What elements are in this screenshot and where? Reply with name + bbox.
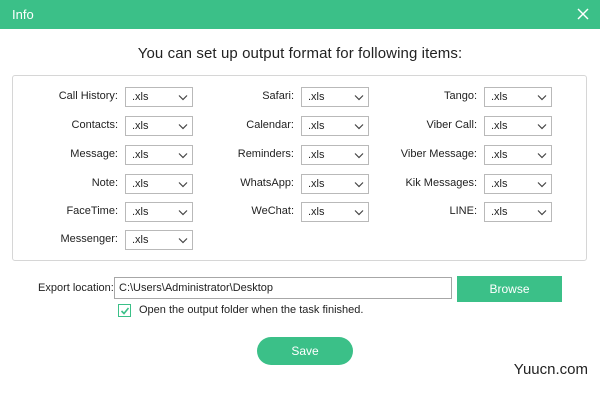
format-item-label: Calendar: (246, 119, 294, 131)
chevron-down-icon (354, 210, 364, 216)
format-select-value: .xls (132, 120, 149, 132)
format-select[interactable]: .xls (125, 145, 193, 165)
open-folder-label: Open the output folder when the task fin… (139, 304, 364, 316)
format-select[interactable]: .xls (125, 87, 193, 107)
checkmark-icon (120, 307, 130, 315)
format-select[interactable]: .xls (301, 202, 369, 222)
format-select-value: .xls (132, 149, 149, 161)
format-select-value: .xls (308, 206, 325, 218)
save-button[interactable]: Save (257, 337, 353, 365)
chevron-down-icon (178, 124, 188, 130)
chevron-down-icon (354, 95, 364, 101)
dialog-heading: You can set up output format for followi… (137, 45, 463, 62)
close-button[interactable] (574, 5, 592, 23)
export-path-input[interactable] (114, 277, 452, 299)
format-item-label: Messenger: (60, 233, 118, 245)
format-select[interactable]: .xls (484, 116, 552, 136)
format-select-value: .xls (308, 149, 325, 161)
format-select[interactable]: .xls (125, 116, 193, 136)
format-select-value: .xls (491, 149, 508, 161)
chevron-down-icon (537, 210, 547, 216)
format-item-label: Message: (70, 148, 118, 160)
format-select[interactable]: .xls (484, 87, 552, 107)
chevron-down-icon (537, 153, 547, 159)
chevron-down-icon (178, 238, 188, 244)
format-item-label: Safari: (262, 90, 294, 102)
format-select[interactable]: .xls (484, 145, 552, 165)
format-item-label: FaceTime: (66, 205, 118, 217)
format-select[interactable]: .xls (484, 174, 552, 194)
format-select[interactable]: .xls (301, 87, 369, 107)
format-select-value: .xls (491, 120, 508, 132)
format-select-value: .xls (308, 178, 325, 190)
format-item-label: Tango: (443, 90, 477, 102)
chevron-down-icon (537, 124, 547, 130)
format-select-value: .xls (132, 206, 149, 218)
chevron-down-icon (354, 124, 364, 130)
chevron-down-icon (178, 153, 188, 159)
format-item-label: Viber Call: (426, 119, 477, 131)
format-select-value: .xls (491, 178, 508, 190)
chevron-down-icon (537, 182, 547, 188)
format-select-value: .xls (132, 234, 149, 246)
format-item-label: Contacts: (71, 119, 118, 131)
format-item-label: Reminders: (237, 148, 294, 160)
format-select[interactable]: .xls (301, 116, 369, 136)
format-select[interactable]: .xls (301, 145, 369, 165)
chevron-down-icon (178, 95, 188, 101)
open-folder-checkbox[interactable] (118, 304, 131, 317)
format-select[interactable]: .xls (125, 202, 193, 222)
chevron-down-icon (178, 182, 188, 188)
format-select[interactable]: .xls (125, 230, 193, 250)
chevron-down-icon (537, 95, 547, 101)
watermark: Yuucn.com (513, 361, 588, 378)
close-icon (577, 8, 589, 20)
export-location-label: Export location: (38, 282, 114, 294)
format-panel: Call History: .xls Contacts: .xls Message: .x… (12, 75, 587, 261)
format-select-value: .xls (491, 206, 508, 218)
format-select-value: .xls (132, 91, 149, 103)
format-select-value: .xls (308, 120, 325, 132)
chevron-down-icon (178, 210, 188, 216)
format-select[interactable]: .xls (484, 202, 552, 222)
format-select-value: .xls (132, 178, 149, 190)
format-item-label: WhatsApp: (240, 177, 294, 189)
format-item-label: WeChat: (251, 205, 294, 217)
browse-button[interactable]: Browse (457, 276, 562, 302)
format-select[interactable]: .xls (125, 174, 193, 194)
format-item-label: Call History: (58, 90, 118, 102)
format-select[interactable]: .xls (301, 174, 369, 194)
title-bar: Info (0, 0, 600, 29)
format-select-value: .xls (308, 91, 325, 103)
format-item-label: Kik Messages: (405, 177, 477, 189)
format-item-label: Viber Message: (400, 148, 477, 160)
chevron-down-icon (354, 182, 364, 188)
format-item-label: Note: (91, 177, 118, 189)
info-dialog: Info You can set up output format for fo… (0, 0, 600, 400)
format-select-value: .xls (491, 91, 508, 103)
format-item-label: LINE: (449, 205, 477, 217)
chevron-down-icon (354, 153, 364, 159)
window-title: Info (12, 7, 34, 22)
